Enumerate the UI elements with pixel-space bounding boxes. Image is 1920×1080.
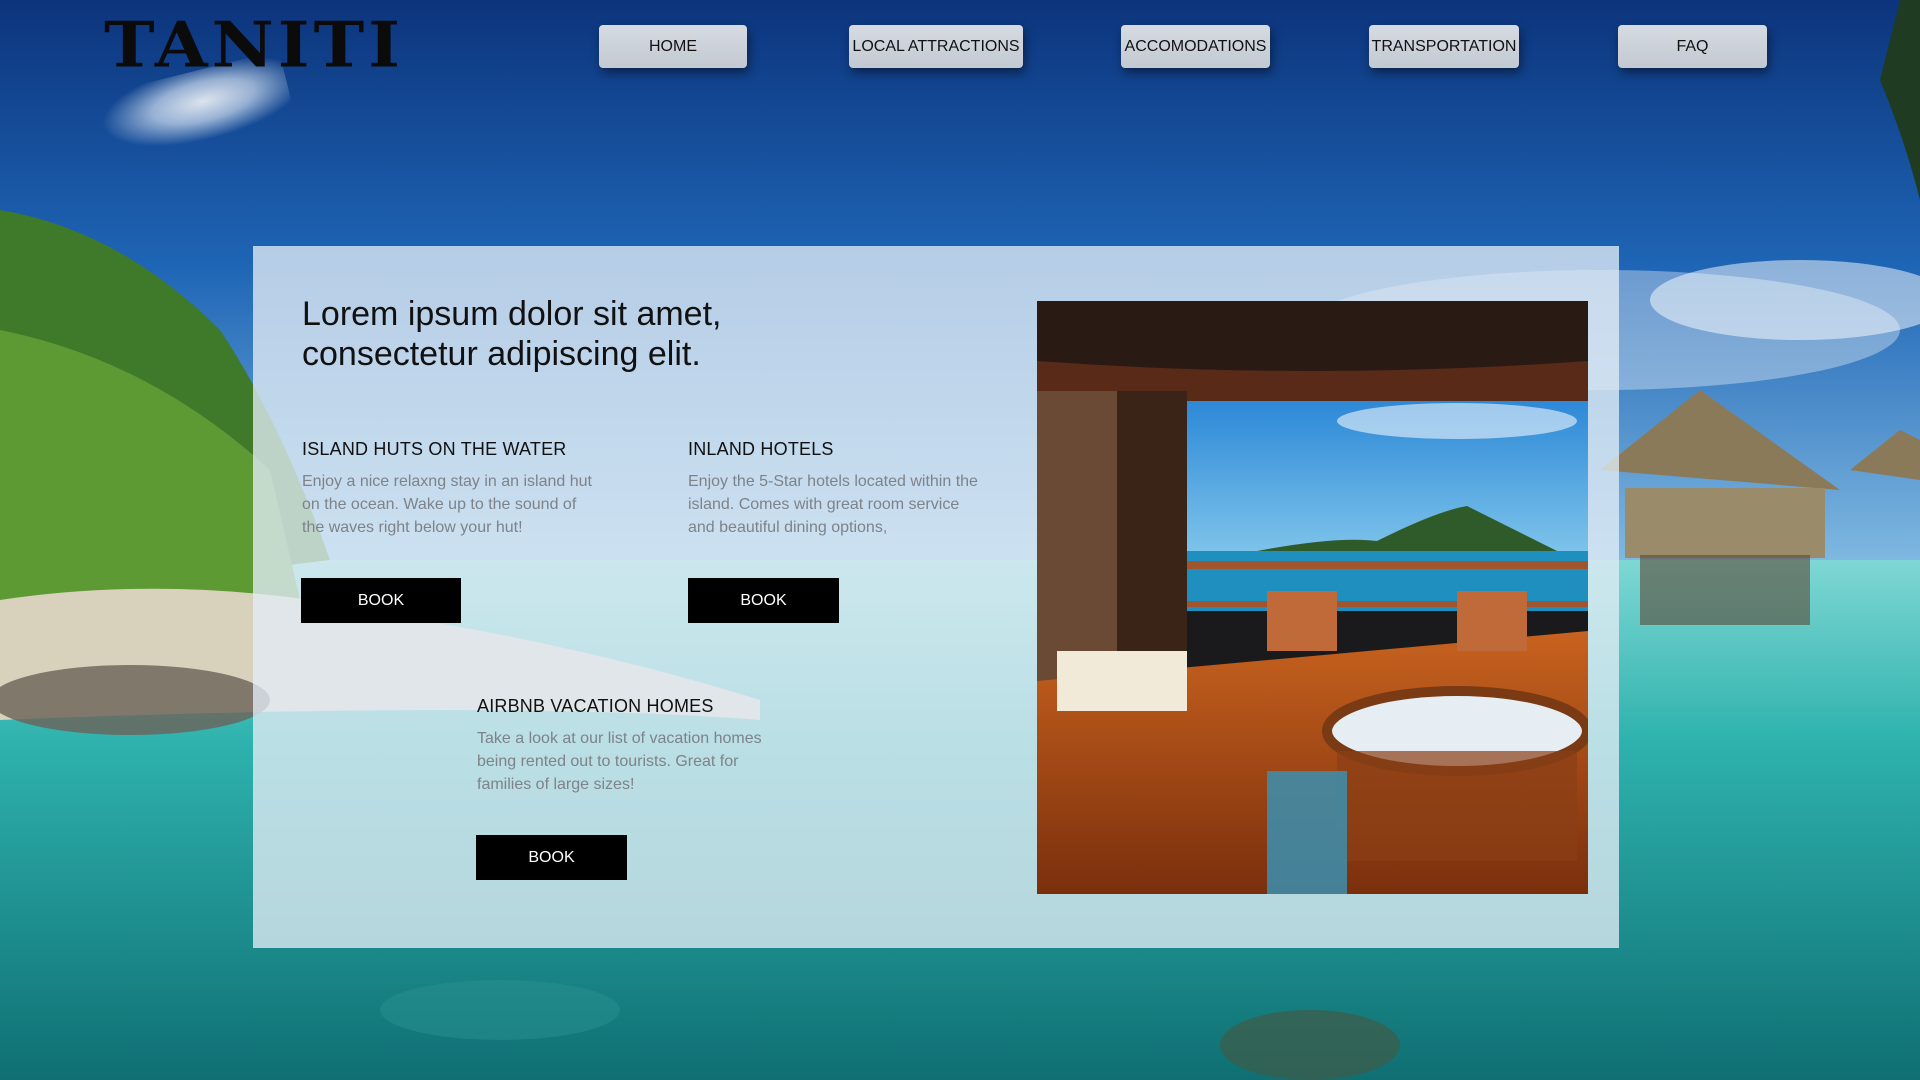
card-island-huts: ISLAND HUTS ON THE WATER Enjoy a nice re…: [302, 439, 622, 539]
card-title: AIRBNB VACATION HOMES: [477, 696, 714, 716]
nav-accomodations-button[interactable]: ACCOMODATIONS: [1121, 25, 1270, 68]
card-title: ISLAND HUTS ON THE WATER: [302, 439, 567, 459]
card-title: INLAND HOTELS: [688, 439, 834, 459]
card-description: Take a look at our list of vacation home…: [477, 730, 762, 793]
accommodations-panel: Lorem ipsum dolor sit amet, consectetur …: [253, 246, 1619, 948]
book-airbnb-homes-button[interactable]: BOOK: [476, 835, 627, 880]
page-headline: Lorem ipsum dolor sit amet, consectetur …: [302, 294, 822, 374]
brand-logo[interactable]: TANITI: [104, 14, 404, 77]
card-airbnb-homes: AIRBNB VACATION HOMES Take a look at our…: [477, 696, 797, 796]
overwater-bungalow-photo: [1037, 301, 1588, 894]
book-island-huts-button[interactable]: BOOK: [301, 578, 461, 623]
card-description: Enjoy the 5-Star hotels located within t…: [688, 473, 978, 536]
book-inland-hotels-button[interactable]: BOOK: [688, 578, 839, 623]
nav-transportation-button[interactable]: TRANSPORTATION: [1369, 25, 1519, 68]
headline-line-2: consectetur adipiscing elit.: [302, 335, 701, 373]
nav-local-attractions-button[interactable]: LOCAL ATTRACTIONS: [849, 25, 1023, 68]
card-description: Enjoy a nice relaxng stay in an island h…: [302, 473, 592, 536]
nav-home-button[interactable]: HOME: [599, 25, 747, 68]
headline-line-1: Lorem ipsum dolor sit amet,: [302, 295, 722, 333]
card-inland-hotels: INLAND HOTELS Enjoy the 5-Star hotels lo…: [688, 439, 1008, 539]
nav-faq-button[interactable]: FAQ: [1618, 25, 1767, 68]
